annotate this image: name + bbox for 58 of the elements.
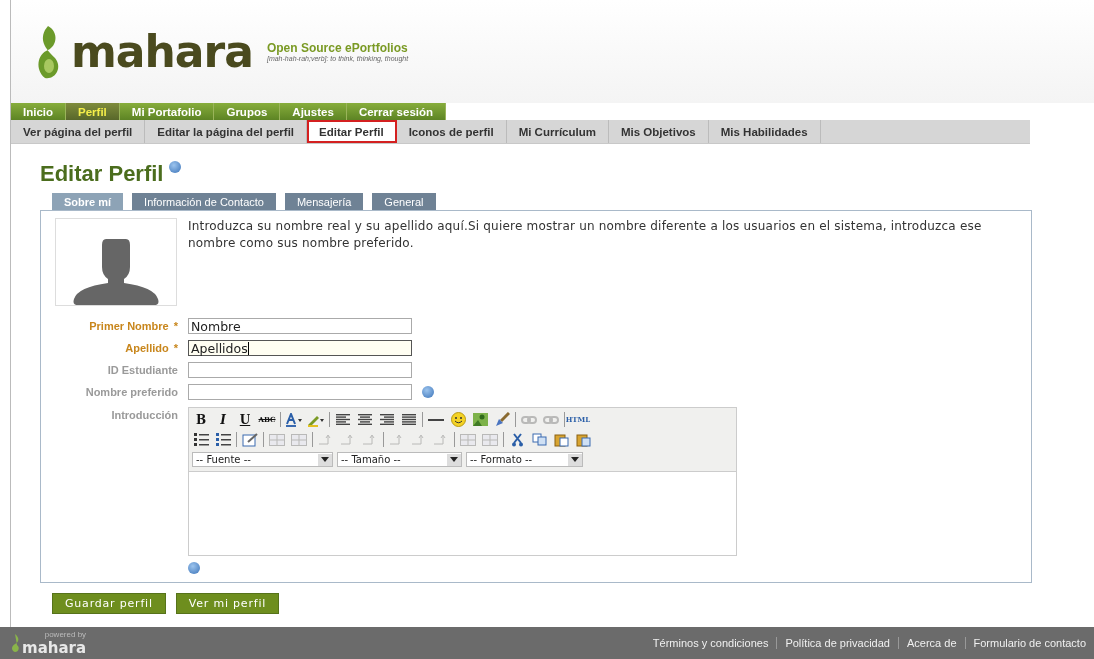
section-tab[interactable]: Mensajería: [284, 193, 364, 210]
field-label: Introducción: [110, 408, 178, 421]
sub-nav-tab[interactable]: Iconos de perfil: [396, 120, 507, 143]
section-tab[interactable]: Información de Contacto: [132, 193, 276, 210]
help-icon[interactable]: [188, 562, 200, 574]
main-nav-tab[interactable]: Perfil: [66, 103, 120, 120]
brush-icon[interactable]: [493, 411, 511, 428]
sub-nav-tab[interactable]: Mi Currículum: [506, 120, 609, 143]
tagline: Open Source ePortfolios: [266, 41, 409, 55]
paste-icon[interactable]: [552, 431, 570, 448]
field-label: Primer Nombre *: [88, 320, 178, 332]
page-title: Editar Perfil: [40, 161, 164, 187]
field-label: Nombre preferido: [84, 386, 178, 398]
help-icon[interactable]: [169, 161, 182, 173]
main-nav-tab[interactable]: Grupos: [214, 103, 281, 120]
edit-code-icon[interactable]: [241, 431, 259, 448]
footer-link[interactable]: Acerca de: [897, 637, 965, 649]
action-button[interactable]: Guardar perfil: [52, 593, 166, 614]
main-nav-tab[interactable]: Ajustes: [280, 103, 347, 120]
text-field[interactable]: [188, 362, 412, 378]
text-color-icon[interactable]: [285, 411, 303, 428]
text-field[interactable]: [188, 384, 412, 400]
align-left-icon[interactable]: [334, 411, 352, 428]
bold-button[interactable]: B: [192, 411, 210, 428]
numbered-list-icon[interactable]: [214, 431, 232, 448]
text-field[interactable]: Nombre: [188, 318, 412, 334]
sub-nav-tab[interactable]: Ver página del perfil: [11, 120, 146, 143]
sub-nav-tab[interactable]: Mis Habilidades: [708, 120, 821, 143]
bullet-list-icon[interactable]: [192, 431, 210, 448]
sub-nav-tab[interactable]: Mis Objetivos: [608, 120, 709, 143]
paste-word-icon[interactable]: [574, 431, 592, 448]
footer-link[interactable]: Términos y condiciones: [644, 637, 777, 649]
align-center-icon[interactable]: [356, 411, 374, 428]
underline-button[interactable]: U: [236, 411, 254, 428]
dropdown-select[interactable]: -- Fuente --: [192, 452, 333, 467]
footer-logo-text: mahara: [22, 638, 87, 657]
smiley-icon[interactable]: [449, 411, 467, 428]
italic-button[interactable]: I: [214, 411, 232, 428]
section-tab[interactable]: General: [372, 193, 436, 210]
dropdown-select[interactable]: -- Formato --: [466, 452, 583, 467]
field-label: Apellido *: [124, 342, 178, 354]
footer-link[interactable]: Política de privacidad: [776, 637, 898, 649]
powered-by-text: powered by: [44, 629, 87, 639]
field-label: ID Estudiante: [106, 364, 178, 376]
image-icon[interactable]: [471, 411, 489, 428]
copy-icon[interactable]: [530, 431, 548, 448]
intro-text: Introduzca su nombre real y su apellido aquí.Si quiere mostrar un nombre diferente a los usuarios en el sistema, introduzca ese nombre como sus nombre preferido.: [188, 218, 983, 252]
justify-icon[interactable]: [400, 411, 418, 428]
align-right-icon[interactable]: [378, 411, 396, 428]
main-nav-tab[interactable]: Cerrar sesión: [346, 103, 447, 120]
text-field[interactable]: Apellidos: [188, 340, 412, 356]
dropdown-select[interactable]: -- Tamaño --: [337, 452, 462, 467]
sub-nav-tab[interactable]: Editar Perfil: [307, 120, 397, 143]
logo-icon: [10, 634, 20, 652]
help-icon[interactable]: [422, 386, 434, 398]
action-button[interactable]: Ver mi perfil: [175, 593, 280, 614]
footer-link[interactable]: Formulario de contacto: [964, 637, 1094, 649]
logo-text: mahara: [71, 26, 253, 77]
